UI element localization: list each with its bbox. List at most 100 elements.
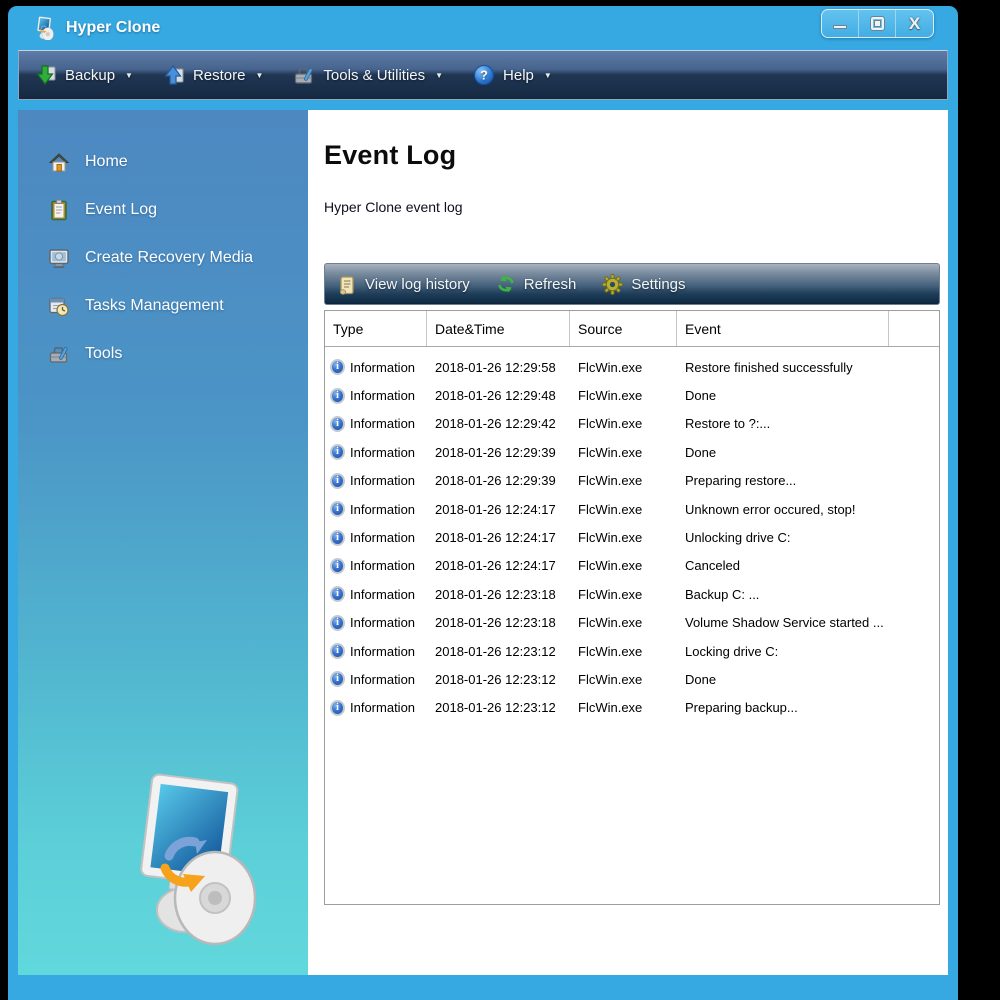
refresh-button[interactable]: Refresh [496,274,577,294]
minimize-button[interactable] [822,10,859,37]
row-event: Volume Shadow Service started ... [677,615,937,630]
page-title: Event Log [324,140,940,171]
restore-up-arrow-icon [163,64,185,86]
minimize-icon [833,25,847,29]
table-row[interactable]: Information 2018-01-26 12:24:17 FlcWin.e… [325,552,939,580]
row-source: FlcWin.exe [570,445,677,460]
event-log-clipboard-icon [48,199,70,221]
row-source: FlcWin.exe [570,587,677,602]
table-row[interactable]: Information 2018-01-26 12:23:12 FlcWin.e… [325,665,939,693]
sidebar-item-create-recovery-media[interactable]: Create Recovery Media [18,234,308,282]
table-header: Type Date&Time Source Event [325,311,939,347]
information-icon [330,388,345,404]
column-header-datetime[interactable]: Date&Time [427,311,570,346]
row-event: Done [677,388,937,403]
table-row[interactable]: Information 2018-01-26 12:29:39 FlcWin.e… [325,438,939,466]
menu-tools-utilities-label: Tools & Utilities [323,67,425,84]
app-logo-graphic [68,770,258,953]
information-icon [330,558,345,574]
row-event: Done [677,445,937,460]
app-logo-icon [32,16,56,40]
row-datetime: 2018-01-26 12:29:58 [427,360,570,375]
row-type: Information [350,700,415,715]
row-type: Information [350,360,415,375]
row-source: FlcWin.exe [570,388,677,403]
table-row[interactable]: Information 2018-01-26 12:23:18 FlcWin.e… [325,609,939,637]
row-event: Preparing restore... [677,473,937,488]
table-row[interactable]: Information 2018-01-26 12:29:48 FlcWin.e… [325,381,939,409]
information-icon [330,444,345,460]
gear-icon [602,274,623,295]
row-event: Restore to ?:... [677,416,937,431]
table-row[interactable]: Information 2018-01-26 12:29:58 FlcWin.e… [325,353,939,381]
information-icon [330,615,345,631]
menu-restore[interactable]: Restore ▼ [163,64,263,86]
row-source: FlcWin.exe [570,360,677,375]
view-log-history-label: View log history [365,276,470,293]
row-source: FlcWin.exe [570,416,677,431]
window-controls: X [821,9,934,38]
table-row[interactable]: Information 2018-01-26 12:29:39 FlcWin.e… [325,467,939,495]
refresh-icon [496,274,516,294]
table-row[interactable]: Information 2018-01-26 12:24:17 FlcWin.e… [325,495,939,523]
column-header-type[interactable]: Type [325,311,427,346]
sidebar-item-tasks-management[interactable]: Tasks Management [18,282,308,330]
sidebar-item-label: Tasks Management [85,297,224,315]
recovery-media-monitor-icon [48,247,70,269]
title-bar[interactable]: Hyper Clone X [8,6,958,50]
information-icon [330,530,345,546]
column-header-event[interactable]: Event [677,311,889,346]
row-source: FlcWin.exe [570,615,677,630]
menu-backup-label: Backup [65,67,115,84]
table-row[interactable]: Information 2018-01-26 12:23:12 FlcWin.e… [325,637,939,665]
app-window: Hyper Clone X Backup ▼ Restore ▼ Tools &… [8,6,958,1000]
row-source: FlcWin.exe [570,502,677,517]
menu-bar: Backup ▼ Restore ▼ Tools & Utilities ▼ H… [18,50,948,100]
row-type: Information [350,558,415,573]
toolbox-icon [293,64,315,86]
main-panel: Event Log Hyper Clone event log View log… [308,110,948,975]
menu-help[interactable]: Help ▼ [473,64,552,86]
menu-tools-utilities[interactable]: Tools & Utilities ▼ [293,64,443,86]
menu-help-label: Help [503,67,534,84]
row-source: FlcWin.exe [570,700,677,715]
row-type: Information [350,473,415,488]
column-header-source[interactable]: Source [570,311,677,346]
sidebar-item-event-log[interactable]: Event Log [18,186,308,234]
information-icon [330,416,345,432]
log-scroll-icon [337,274,357,295]
chevron-down-icon: ▼ [544,71,552,80]
row-event: Preparing backup... [677,700,937,715]
sidebar-item-home[interactable]: Home [18,138,308,186]
row-type: Information [350,502,415,517]
row-datetime: 2018-01-26 12:29:39 [427,473,570,488]
row-datetime: 2018-01-26 12:23:18 [427,587,570,602]
row-datetime: 2018-01-26 12:23:18 [427,615,570,630]
chevron-down-icon: ▼ [256,71,264,80]
table-row[interactable]: Information 2018-01-26 12:23:18 FlcWin.e… [325,580,939,608]
view-log-history-button[interactable]: View log history [337,274,470,295]
tasks-clock-icon [48,295,70,317]
row-datetime: 2018-01-26 12:23:12 [427,700,570,715]
information-icon [330,671,345,687]
row-type: Information [350,445,415,460]
row-source: FlcWin.exe [570,672,677,687]
close-icon: X [909,15,920,32]
information-icon [330,700,345,716]
row-type: Information [350,416,415,431]
close-button[interactable]: X [896,10,933,37]
maximize-icon [871,17,884,30]
backup-down-arrow-icon [35,64,57,86]
table-row[interactable]: Information 2018-01-26 12:24:17 FlcWin.e… [325,523,939,551]
row-datetime: 2018-01-26 12:23:12 [427,672,570,687]
table-row[interactable]: Information 2018-01-26 12:29:42 FlcWin.e… [325,410,939,438]
refresh-label: Refresh [524,276,577,293]
sidebar-item-tools[interactable]: Tools [18,330,308,378]
table-row[interactable]: Information 2018-01-26 12:23:12 FlcWin.e… [325,694,939,722]
menu-backup[interactable]: Backup ▼ [35,64,133,86]
sidebar-item-label: Event Log [85,201,157,219]
information-icon [330,473,345,489]
maximize-button[interactable] [859,10,896,37]
row-datetime: 2018-01-26 12:29:39 [427,445,570,460]
settings-button[interactable]: Settings [602,274,685,295]
